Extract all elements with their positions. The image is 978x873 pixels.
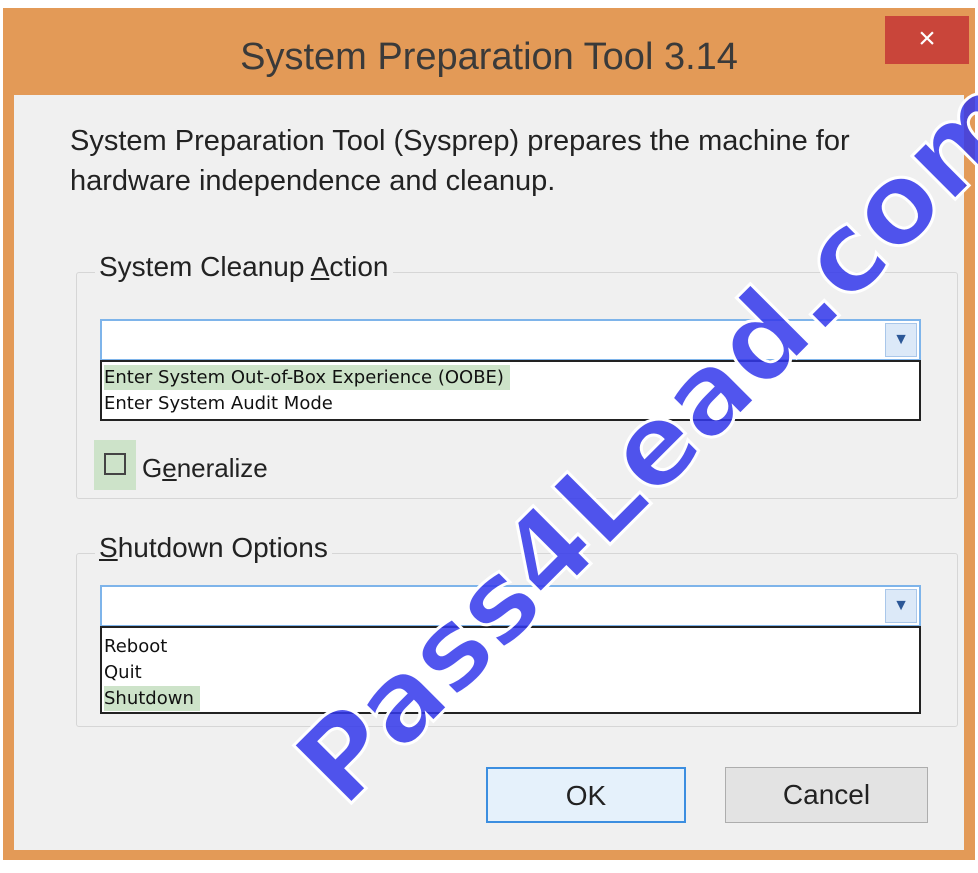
- shutdown-options-legend: Shutdown Options: [95, 532, 332, 564]
- shutdown-options-combobox[interactable]: ▼: [100, 585, 921, 627]
- option-audit-mode[interactable]: Enter System Audit Mode: [104, 391, 339, 416]
- cleanup-action-legend: System Cleanup Action: [95, 251, 393, 283]
- generalize-checkbox-highlight: [94, 440, 136, 490]
- title-bar[interactable]: System Preparation Tool 3.14 ×: [3, 8, 975, 95]
- sysprep-dialog: System Preparation Tool 3.14 × System Pr…: [3, 8, 975, 860]
- generalize-label[interactable]: Generalize: [142, 453, 268, 484]
- generalize-checkbox[interactable]: [104, 453, 126, 475]
- window-title: System Preparation Tool 3.14: [240, 36, 738, 78]
- cancel-button[interactable]: Cancel: [725, 767, 928, 823]
- option-quit[interactable]: Quit: [104, 660, 148, 685]
- chevron-down-icon[interactable]: ▼: [885, 323, 917, 357]
- cleanup-action-dropdown-list: Enter System Out-of-Box Experience (OOBE…: [100, 360, 921, 421]
- option-reboot[interactable]: Reboot: [104, 634, 173, 659]
- shutdown-options-dropdown-list: Reboot Quit Shutdown: [100, 626, 921, 714]
- description-text: System Preparation Tool (Sysprep) prepar…: [70, 125, 850, 197]
- option-shutdown[interactable]: Shutdown: [104, 686, 200, 711]
- dialog-client-area: System Preparation Tool (Sysprep) prepar…: [14, 95, 964, 850]
- option-oobe[interactable]: Enter System Out-of-Box Experience (OOBE…: [104, 365, 510, 390]
- close-button[interactable]: ×: [885, 16, 969, 64]
- ok-button[interactable]: OK: [486, 767, 686, 823]
- chevron-down-icon[interactable]: ▼: [885, 589, 917, 623]
- cleanup-action-combobox[interactable]: ▼: [100, 319, 921, 361]
- close-icon: ×: [918, 22, 936, 55]
